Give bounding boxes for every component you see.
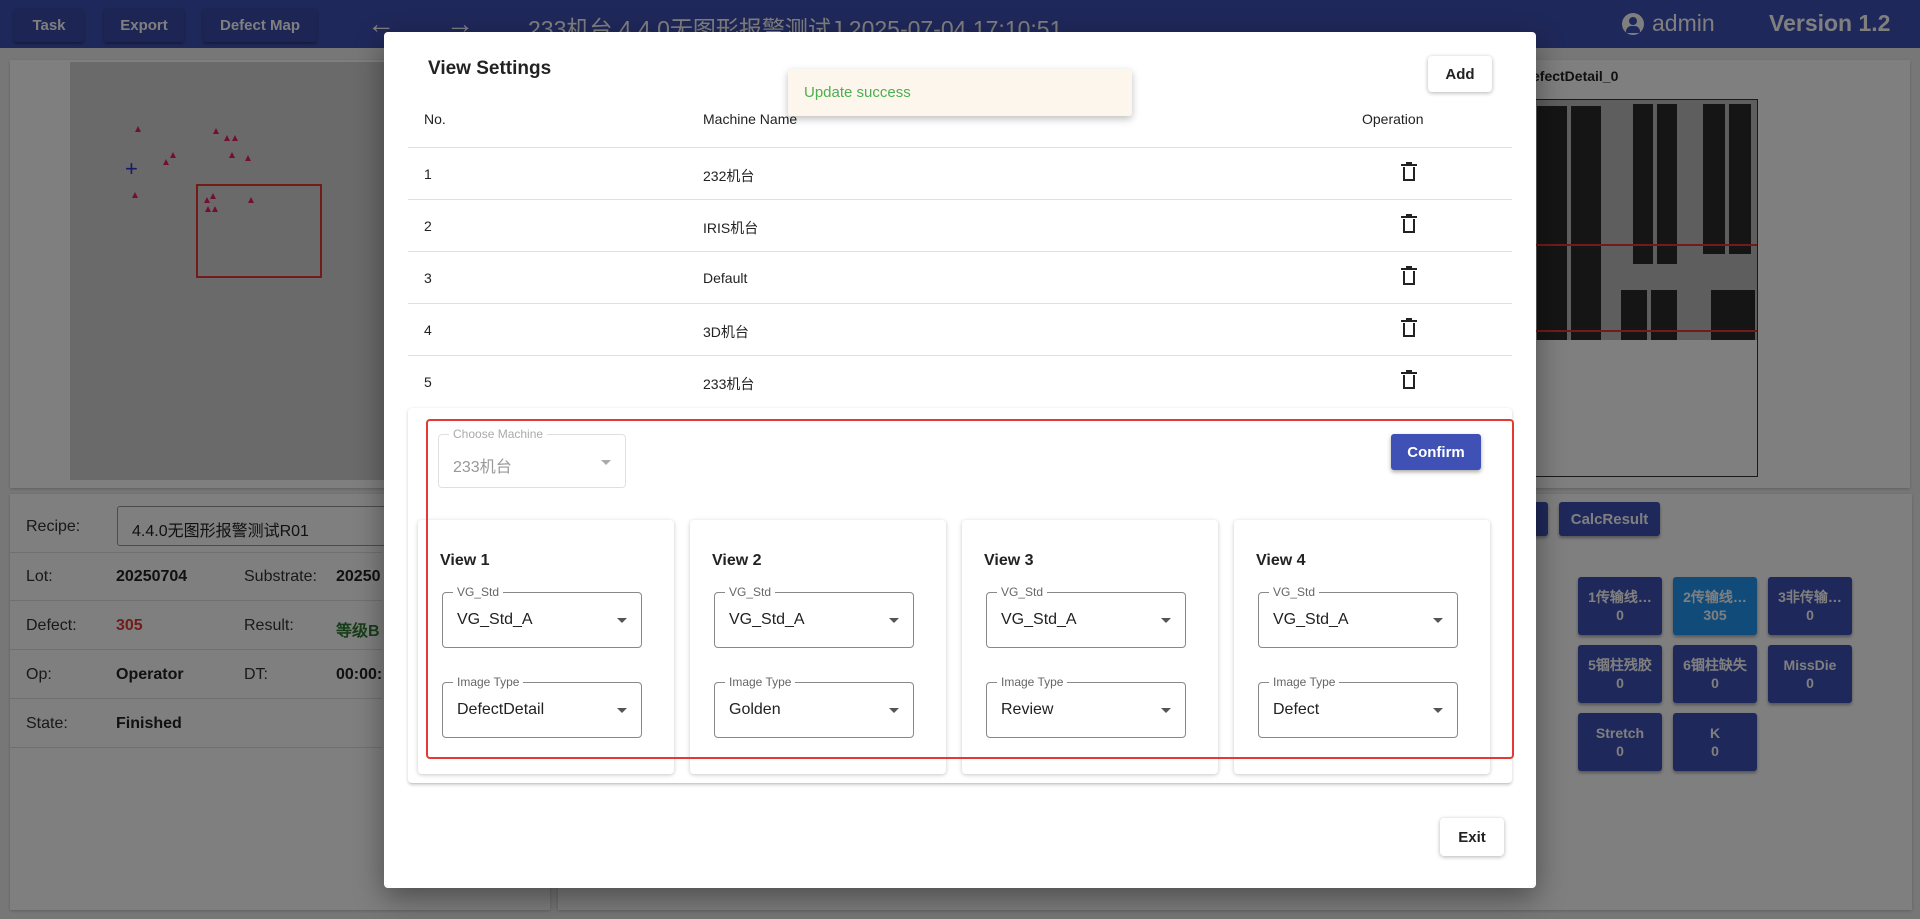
- vg-std-select[interactable]: VG_Std VG_Std_A: [986, 585, 1186, 648]
- choose-machine-value: 233机台: [453, 459, 512, 476]
- image-type-select[interactable]: Image Type Golden: [714, 675, 914, 738]
- vg-std-value: VG_Std_A: [457, 611, 533, 628]
- view-title: View 1: [440, 552, 490, 569]
- view-title: View 2: [712, 552, 762, 569]
- image-type-value: Golden: [729, 701, 781, 718]
- chevron-down-icon: [889, 708, 899, 713]
- delete-icon[interactable]: [1401, 162, 1417, 182]
- view-title: View 4: [1256, 552, 1306, 569]
- add-button[interactable]: Add: [1428, 56, 1492, 92]
- vg-std-value: VG_Std_A: [1001, 611, 1077, 628]
- image-type-select[interactable]: Image Type Review: [986, 675, 1186, 738]
- image-type-label: Image Type: [453, 675, 524, 689]
- chevron-down-icon: [617, 708, 627, 713]
- table-row: 4 3D机台: [408, 303, 1512, 355]
- table-row: 2 IRIS机台: [408, 199, 1512, 251]
- vg-std-value: VG_Std_A: [729, 611, 805, 628]
- choose-machine-select: Choose Machine 233机台: [438, 427, 626, 488]
- row-machine-name: 3D机台: [703, 324, 749, 340]
- view-title: View 3: [984, 552, 1034, 569]
- view-card-3: View 3 VG_Std VG_Std_A Image Type Review: [962, 520, 1218, 774]
- image-type-value: Review: [1001, 701, 1054, 718]
- vg-std-label: VG_Std: [453, 585, 504, 599]
- vg-std-select[interactable]: VG_Std VG_Std_A: [714, 585, 914, 648]
- view-card-4: View 4 VG_Std VG_Std_A Image Type Defect: [1234, 520, 1490, 774]
- col-header-no: No.: [424, 111, 446, 127]
- delete-icon[interactable]: [1401, 318, 1417, 338]
- exit-button[interactable]: Exit: [1440, 818, 1504, 856]
- row-machine-name: 232机台: [703, 168, 755, 184]
- delete-icon[interactable]: [1401, 370, 1417, 390]
- view-card-1: View 1 VG_Std VG_Std_A Image Type Defect…: [418, 520, 674, 774]
- vg-std-select[interactable]: VG_Std VG_Std_A: [442, 585, 642, 648]
- update-success-toast: Update success: [788, 69, 1132, 116]
- choose-machine-label: Choose Machine: [449, 427, 548, 441]
- col-header-operation: Operation: [1362, 111, 1424, 127]
- delete-icon[interactable]: [1401, 266, 1417, 286]
- chevron-down-icon: [617, 618, 627, 623]
- table-row: 1 232机台: [408, 147, 1512, 199]
- table-row: 5 233机台: [408, 355, 1512, 407]
- chevron-down-icon: [1161, 618, 1171, 623]
- delete-icon[interactable]: [1401, 214, 1417, 234]
- row-number: 3: [424, 270, 432, 286]
- dialog-title: View Settings: [428, 58, 552, 79]
- vg-std-value: VG_Std_A: [1273, 611, 1349, 628]
- chevron-down-icon: [889, 618, 899, 623]
- vg-std-select[interactable]: VG_Std VG_Std_A: [1258, 585, 1458, 648]
- chevron-down-icon: [1433, 708, 1443, 713]
- image-type-label: Image Type: [997, 675, 1068, 689]
- vg-std-label: VG_Std: [725, 585, 776, 599]
- row-machine-name: Default: [703, 270, 748, 286]
- image-type-value: DefectDetail: [457, 701, 545, 718]
- row-number: 5: [424, 374, 432, 390]
- image-type-label: Image Type: [725, 675, 796, 689]
- table-row: 3 Default: [408, 251, 1512, 303]
- chevron-down-icon: [601, 460, 611, 465]
- image-type-label: Image Type: [1269, 675, 1340, 689]
- image-type-select[interactable]: Image Type Defect: [1258, 675, 1458, 738]
- chevron-down-icon: [1161, 708, 1171, 713]
- confirm-button[interactable]: Confirm: [1391, 434, 1481, 470]
- row-number: 4: [424, 322, 432, 338]
- chevron-down-icon: [1433, 618, 1443, 623]
- col-header-machine-name: Machine Name: [703, 111, 798, 127]
- view-settings-dialog: View Settings Add No. Machine Name Opera…: [384, 32, 1536, 888]
- view-card-2: View 2 VG_Std VG_Std_A Image Type Golden: [690, 520, 946, 774]
- vg-std-label: VG_Std: [1269, 585, 1320, 599]
- vg-std-label: VG_Std: [997, 585, 1048, 599]
- image-type-select[interactable]: Image Type DefectDetail: [442, 675, 642, 738]
- row-machine-name: 233机台: [703, 376, 755, 392]
- row-machine-name: IRIS机台: [703, 220, 759, 236]
- image-type-value: Defect: [1273, 701, 1320, 718]
- row-number: 1: [424, 166, 432, 182]
- row-number: 2: [424, 218, 432, 234]
